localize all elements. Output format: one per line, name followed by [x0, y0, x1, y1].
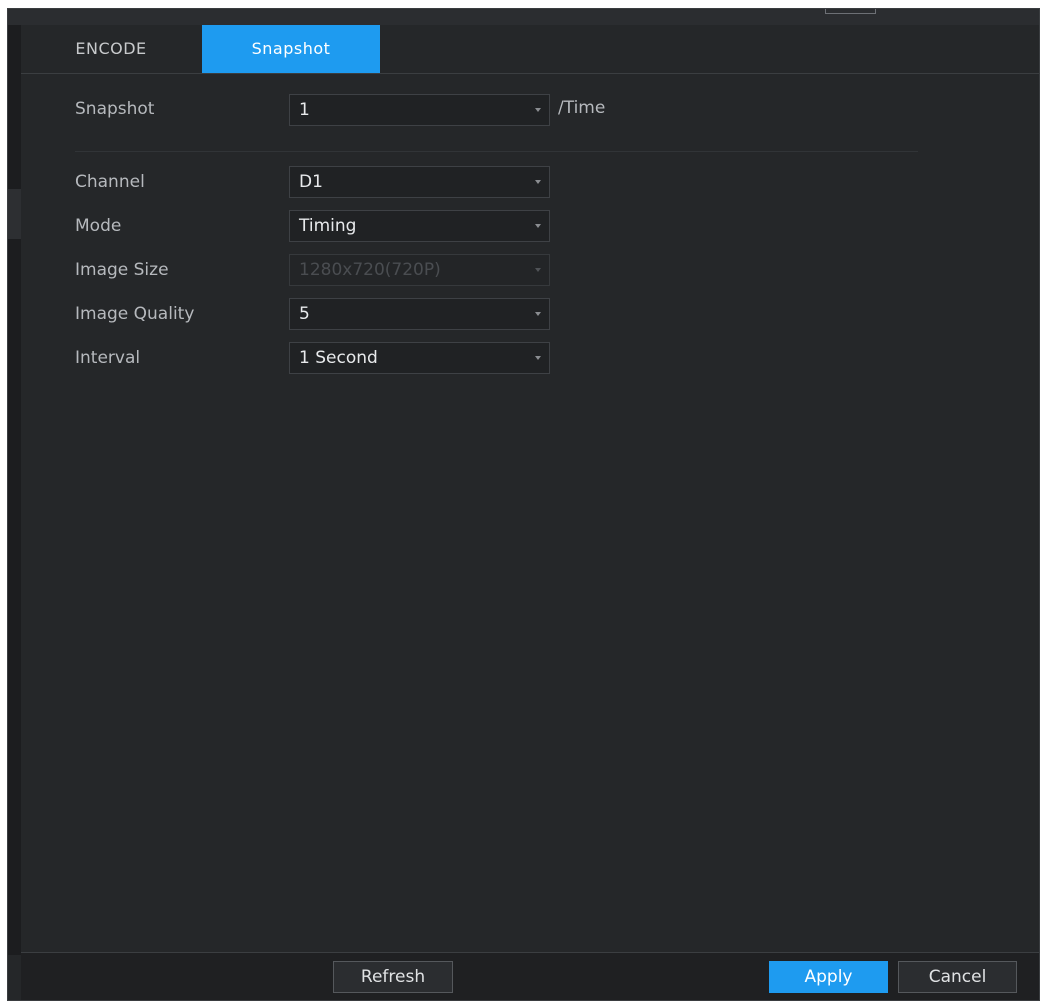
mode-value: Timing: [299, 216, 357, 236]
interval-label: Interval: [75, 348, 141, 368]
image-quality-value: 5: [299, 304, 310, 324]
sidebar-scroll-marker[interactable]: [8, 189, 21, 239]
image-quality-label: Image Quality: [75, 304, 195, 324]
left-sidebar-edge: [8, 25, 21, 955]
image-size-select: 1280x720(720P): [289, 254, 550, 286]
channel-label: Channel: [75, 172, 145, 192]
dropdown-arrow-icon: [535, 356, 541, 360]
dropdown-arrow-icon: [535, 224, 541, 228]
settings-window: ENCODE Snapshot Snapshot 1 /Time Channel…: [7, 8, 1040, 1001]
tab-bar: ENCODE Snapshot: [21, 25, 1039, 74]
top-strip: [8, 9, 1039, 25]
channel-select[interactable]: D1: [289, 166, 550, 198]
window-control[interactable]: [825, 9, 876, 14]
dropdown-arrow-icon: [535, 180, 541, 184]
apply-button[interactable]: Apply: [769, 961, 888, 993]
image-size-value: 1280x720(720P): [299, 260, 441, 280]
refresh-button[interactable]: Refresh: [333, 961, 453, 993]
cancel-button[interactable]: Cancel: [898, 961, 1017, 993]
interval-value: 1 Second: [299, 348, 378, 368]
footer-bar: Refresh Apply Cancel: [21, 952, 1039, 1000]
snapshot-value: 1: [299, 100, 310, 120]
dropdown-arrow-icon: [535, 268, 541, 272]
tab-snapshot[interactable]: Snapshot: [202, 25, 380, 73]
image-size-label: Image Size: [75, 260, 169, 280]
divider: [75, 151, 918, 152]
snapshot-suffix: /Time: [558, 98, 606, 118]
mode-select[interactable]: Timing: [289, 210, 550, 242]
dropdown-arrow-icon: [535, 108, 541, 112]
dropdown-arrow-icon: [535, 312, 541, 316]
image-quality-select[interactable]: 5: [289, 298, 550, 330]
channel-value: D1: [299, 172, 323, 192]
mode-label: Mode: [75, 216, 122, 236]
tab-encode[interactable]: ENCODE: [21, 25, 201, 73]
snapshot-label: Snapshot: [75, 99, 155, 119]
snapshot-select[interactable]: 1: [289, 94, 550, 126]
interval-select[interactable]: 1 Second: [289, 342, 550, 374]
